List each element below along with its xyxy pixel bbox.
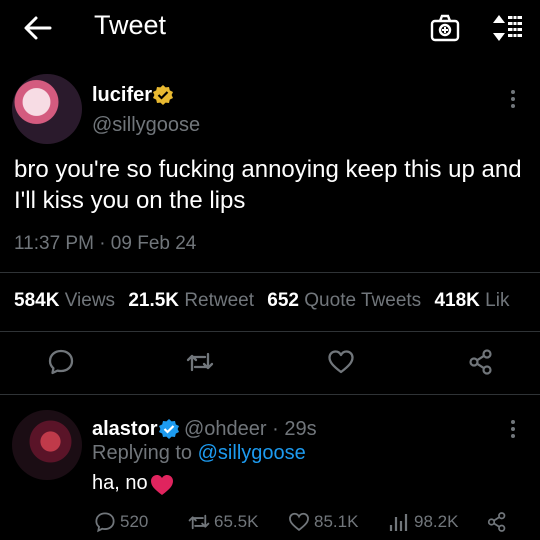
reply-button[interactable] (47, 348, 75, 376)
author-handle[interactable]: @sillygoose (92, 114, 200, 137)
comment-icon (95, 512, 115, 533)
more-options-button[interactable] (506, 88, 520, 110)
verified-badge-icon (152, 84, 174, 106)
reply-text: ha, no (92, 472, 148, 494)
likes-count: 418K (434, 290, 480, 311)
quotes-count: 652 (267, 290, 299, 311)
red-heart-emoji-icon (150, 474, 174, 496)
page-title: Tweet (94, 10, 167, 40)
reply-retweet-button[interactable]: 65.5K (188, 511, 258, 533)
tweet-text: bro you're so fucking annoying keep this… (14, 156, 522, 214)
like-count: 85.1K (314, 512, 359, 531)
retweet-button[interactable] (186, 348, 214, 376)
retweet-count: 65.5K (214, 512, 259, 531)
like-button[interactable] (327, 348, 355, 376)
reply-views-button[interactable]: 98.2K (388, 511, 458, 533)
retweets-label[interactable]: Retweet (184, 290, 254, 311)
sort-button[interactable] (492, 13, 524, 43)
back-button[interactable] (22, 14, 54, 42)
retweet-icon (188, 514, 210, 530)
views-label[interactable]: Views (65, 290, 115, 311)
verified-badge-icon (158, 418, 180, 440)
share-icon (487, 512, 506, 532)
likes-label[interactable]: Lik (485, 290, 509, 311)
avatar[interactable] (12, 74, 82, 144)
camera-icon (430, 14, 460, 42)
divider (0, 394, 540, 395)
heart-icon (328, 350, 354, 374)
divider (0, 331, 540, 332)
reply-author-handle[interactable]: @ohdeer · 29s (184, 418, 317, 441)
replying-to-prefix: Replying to (92, 442, 193, 464)
reply-reply-button[interactable]: 520 (94, 511, 148, 533)
reply-handle[interactable]: @ohdeer (184, 418, 267, 440)
analytics-icon (389, 514, 408, 531)
more-vertical-icon (511, 90, 515, 108)
sort-icon (493, 15, 522, 41)
tweet-timestamp: 11:37 PM · 09 Feb 24 (14, 233, 197, 254)
retweets-count: 21.5K (128, 290, 180, 311)
more-vertical-icon (511, 420, 515, 438)
views-count: 98.2K (414, 512, 459, 531)
replying-to: Replying to @sillygoose (92, 442, 306, 465)
heart-icon (289, 512, 309, 531)
reply-share-button[interactable] (486, 511, 508, 533)
divider (0, 272, 540, 273)
quotes-label[interactable]: Quote Tweets (304, 290, 421, 311)
author-name[interactable]: lucifer (92, 84, 152, 107)
reply-age: · 29s (272, 418, 317, 440)
reply-more-options-button[interactable] (506, 418, 520, 440)
share-button[interactable] (467, 348, 495, 376)
share-icon (469, 349, 492, 375)
replying-to-handle[interactable]: @sillygoose (198, 442, 306, 464)
reply-count: 520 (120, 512, 149, 531)
comment-icon (48, 349, 74, 375)
avatar[interactable] (12, 410, 82, 480)
reply-author-name[interactable]: alastor (92, 418, 158, 441)
retweet-icon (186, 352, 214, 372)
reply-like-button[interactable]: 85.1K (288, 511, 358, 533)
arrow-left-icon (24, 16, 52, 40)
camera-button[interactable] (430, 13, 460, 43)
tweet-stats: 584K Views 21.5K Retweet 652 Quote Tweet… (14, 290, 509, 312)
views-count: 584K (14, 290, 60, 311)
